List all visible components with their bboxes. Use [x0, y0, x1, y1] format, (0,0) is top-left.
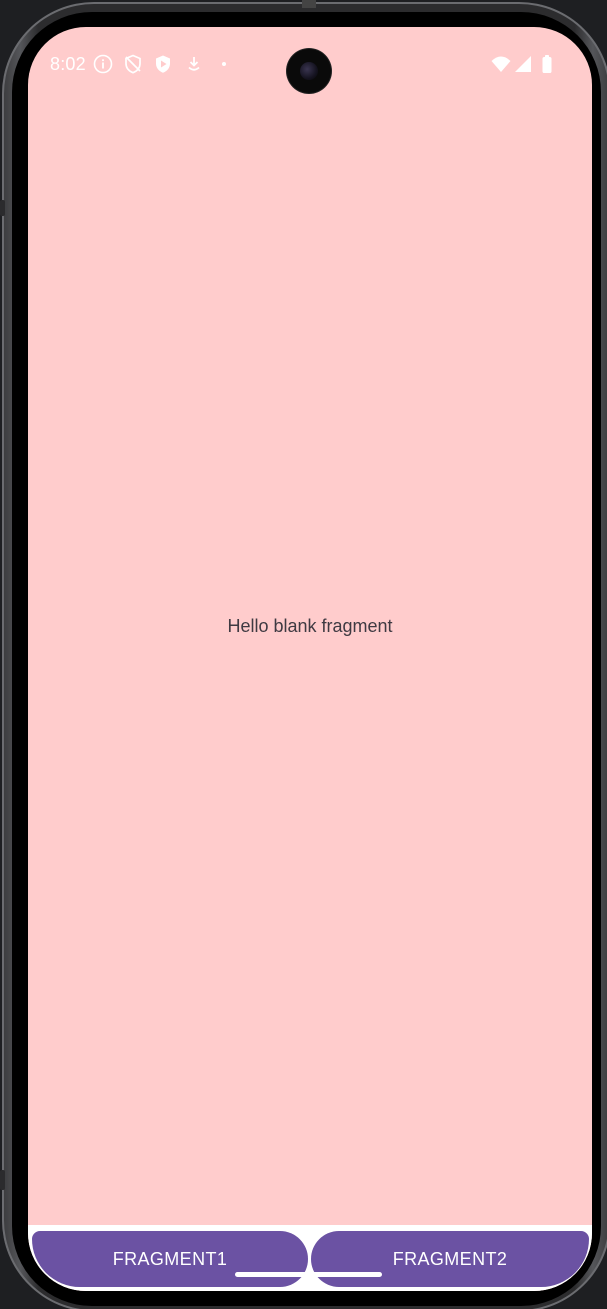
battery-icon	[542, 55, 552, 73]
status-bar: 8:02	[28, 27, 592, 103]
fragment2-button[interactable]: FRAGMENT2	[311, 1231, 589, 1287]
dot-icon	[222, 62, 226, 66]
fragment1-button[interactable]: FRAGMENT1	[32, 1231, 308, 1287]
download-icon	[188, 57, 200, 71]
fragment2-button-label: FRAGMENT2	[392, 1248, 508, 1269]
gesture-nav-handle[interactable]	[310, 1272, 382, 1277]
status-time: 8:02	[50, 54, 86, 74]
fragment1-button-label: FRAGMENT1	[112, 1248, 228, 1269]
app-screen: 8:02 Hello blank fragment FRAGMENT1 FRAG…	[28, 27, 592, 1291]
phone-top-pin	[302, 0, 316, 8]
gesture-nav-handle[interactable]	[235, 1272, 307, 1277]
fragment-message: Hello blank fragment	[227, 616, 393, 636]
phone-side-button	[0, 200, 5, 216]
info-icon	[93, 54, 113, 74]
signal-icon	[515, 56, 531, 72]
wifi-icon	[491, 56, 511, 72]
shield-off-icon	[125, 54, 141, 74]
device: 8:02 Hello blank fragment FRAGMENT1 FRAG…	[0, 0, 607, 1309]
play-shield-icon	[156, 55, 170, 73]
front-camera	[287, 49, 331, 93]
phone-side-button	[0, 1170, 5, 1190]
